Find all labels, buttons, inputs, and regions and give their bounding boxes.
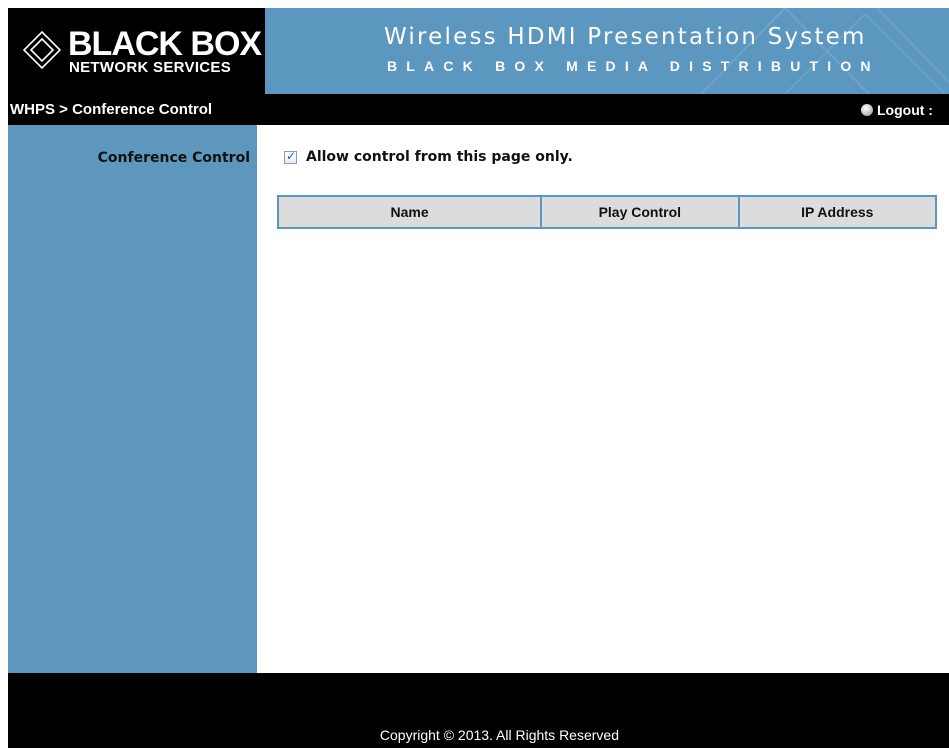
allow-control-label[interactable]: Allow control from this page only. [306, 148, 573, 166]
banner-decoration [700, 8, 949, 94]
main-content: ✓ Allow control from this page only. Nam… [257, 125, 949, 673]
allow-control-checkbox[interactable]: ✓ [284, 148, 297, 164]
column-header-ip-address: IP Address [737, 195, 938, 229]
logo-brand-text: BLACK BOX [68, 25, 262, 63]
logo-tagline-text: NETWORK SERVICES [69, 59, 232, 76]
globe-icon [861, 104, 873, 116]
logout-label: Logout : [877, 102, 933, 118]
conference-table: Name Play Control IP Address [276, 195, 938, 229]
product-title: Wireless HDMI Presentation System [384, 24, 867, 50]
column-header-play-control: Play Control [540, 195, 740, 229]
diamond-logo-icon [22, 30, 62, 70]
page-root: BLACK BOX NETWORK SERVICES Wireless HDMI… [0, 0, 949, 748]
sidebar-section-label: Conference Control [97, 150, 250, 166]
allow-control-option[interactable]: ✓ Allow control from this page only. [284, 147, 573, 167]
breadcrumb: WHPS > Conference Control [10, 101, 213, 118]
header-banner: Wireless HDMI Presentation System BLACK … [265, 8, 949, 94]
left-margin [0, 0, 8, 748]
logo: BLACK BOX NETWORK SERVICES [8, 8, 265, 94]
footer: Copyright © 2013. All Rights Reserved [8, 673, 949, 748]
sidebar: Conference Control [8, 125, 257, 673]
checkmark-icon: ✓ [286, 148, 297, 163]
product-subtitle: BLACK BOX MEDIA DISTRIBUTION [387, 58, 880, 74]
copyright-text: Copyright © 2013. All Rights Reserved [379, 727, 619, 743]
column-header-name: Name [276, 195, 543, 229]
logout-link[interactable]: Logout : [861, 101, 933, 119]
table-header-row: Name Play Control IP Address [276, 195, 938, 229]
navbar: WHPS > Conference Control Logout : [8, 94, 949, 125]
